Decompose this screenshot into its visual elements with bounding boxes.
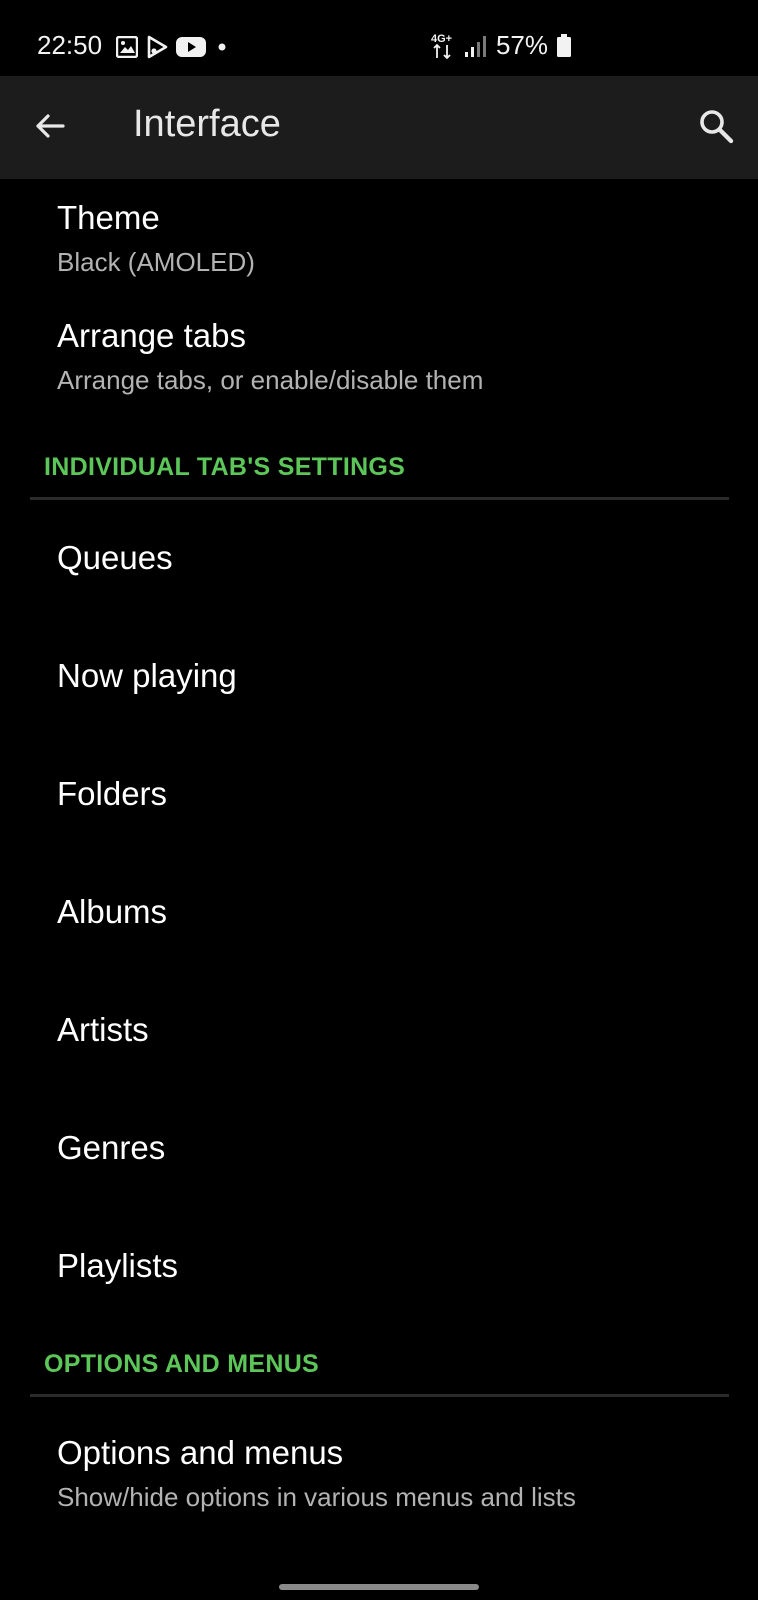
preference-title: Artists bbox=[57, 1011, 149, 1048]
preference-title: Genres bbox=[57, 1129, 166, 1166]
artists-preference[interactable]: Artists bbox=[0, 973, 758, 1091]
preference-title: Options and menus bbox=[57, 1434, 344, 1471]
queues-preference[interactable]: Queues bbox=[0, 501, 758, 619]
status-notification-icons bbox=[116, 35, 230, 59]
settings-list: Theme Black (AMOLED) Arrange tabs Arrang… bbox=[0, 179, 758, 1520]
albums-preference[interactable]: Albums bbox=[0, 855, 758, 973]
tab-settings-category-header: INDIVIDUAL TAB'S SETTINGS bbox=[0, 415, 758, 501]
preference-title: Folders bbox=[57, 775, 168, 812]
playlists-preference[interactable]: Playlists bbox=[0, 1209, 758, 1327]
theme-preference[interactable]: Theme Black (AMOLED) bbox=[0, 179, 758, 297]
preference-title: Queues bbox=[57, 539, 173, 576]
category-title: INDIVIDUAL TAB'S SETTINGS bbox=[44, 453, 406, 481]
battery-icon bbox=[556, 33, 572, 58]
back-button[interactable] bbox=[24, 102, 76, 154]
preference-summary: Show/hide options in various menus and l… bbox=[57, 1482, 576, 1512]
gesture-navigation-handle[interactable] bbox=[279, 1584, 479, 1590]
battery-label: 57% bbox=[495, 30, 548, 60]
signal-icon bbox=[464, 34, 488, 58]
network-type-label: 4G+ bbox=[431, 33, 452, 45]
category-title: OPTIONS AND MENUS bbox=[44, 1350, 320, 1378]
gallery-icon bbox=[116, 36, 138, 58]
preference-title: Arrange tabs bbox=[57, 317, 246, 354]
status-time: 22:50 bbox=[37, 30, 103, 60]
play-store-icon bbox=[146, 35, 168, 59]
preference-title: Theme bbox=[57, 199, 160, 236]
genres-preference[interactable]: Genres bbox=[0, 1091, 758, 1209]
arrange-tabs-preference[interactable]: Arrange tabs Arrange tabs, or enable/dis… bbox=[0, 297, 758, 415]
search-button[interactable] bbox=[690, 102, 742, 154]
now-playing-preference[interactable]: Now playing bbox=[0, 619, 758, 737]
search-icon bbox=[697, 107, 735, 150]
page-title: Interface bbox=[133, 103, 281, 145]
preference-title: Albums bbox=[57, 893, 168, 930]
status-system-icons: 4G+ 57% bbox=[430, 30, 572, 61]
arrow-back-icon bbox=[33, 109, 67, 148]
app-bar: Interface bbox=[0, 76, 758, 179]
preference-summary: Black (AMOLED) bbox=[57, 247, 255, 277]
preference-title: Playlists bbox=[57, 1247, 179, 1284]
youtube-icon bbox=[176, 36, 206, 58]
category-divider bbox=[30, 497, 729, 500]
category-divider bbox=[30, 1394, 729, 1397]
data-arrows-icon: 4G+ bbox=[430, 31, 456, 61]
options-category-header: OPTIONS AND MENUS bbox=[0, 1327, 758, 1408]
options-and-menus-preference[interactable]: Options and menus Show/hide options in v… bbox=[0, 1408, 758, 1520]
preference-summary: Arrange tabs, or enable/disable them bbox=[57, 365, 484, 395]
preference-title: Now playing bbox=[57, 657, 237, 694]
notification-dot-icon bbox=[214, 36, 230, 58]
status-bar: 22:50 4G+ 57% bbox=[0, 0, 758, 76]
folders-preference[interactable]: Folders bbox=[0, 737, 758, 855]
